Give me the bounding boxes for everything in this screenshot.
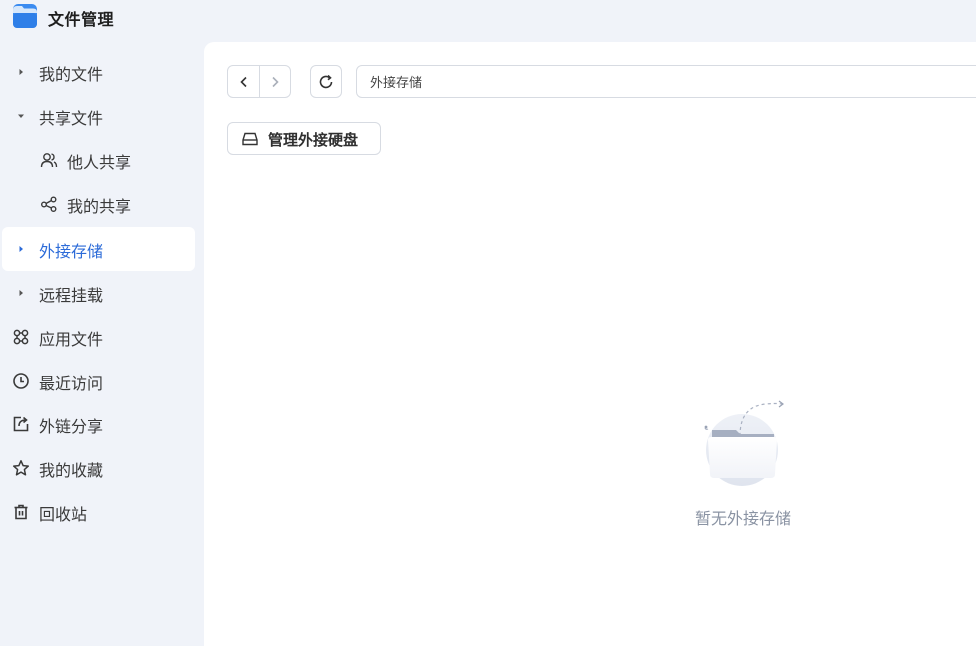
path-bar[interactable]: 外接存储 bbox=[356, 65, 976, 98]
history-nav-group bbox=[227, 65, 291, 98]
refresh-icon bbox=[319, 74, 333, 88]
clock-icon bbox=[12, 372, 30, 390]
caret-right-icon bbox=[12, 63, 30, 81]
sidebar-item-label: 我的收藏 bbox=[39, 461, 104, 480]
app-header: 文件管理 bbox=[0, 0, 976, 40]
forward-button[interactable] bbox=[259, 66, 290, 97]
sidebar-item-label: 我的文件 bbox=[39, 65, 104, 84]
chevron-right-icon bbox=[272, 76, 279, 87]
sidebar-item-shared-files[interactable]: 共享文件 bbox=[2, 94, 195, 138]
file-manager-logo-icon bbox=[13, 4, 37, 28]
sidebar-item-trash[interactable]: 回收站 bbox=[2, 490, 195, 534]
chevron-left-icon bbox=[239, 76, 247, 87]
sidebar-item-external-storage[interactable]: 外接存储 bbox=[2, 227, 195, 271]
sidebar-item-remote-mount[interactable]: 远程挂载 bbox=[2, 271, 195, 315]
command-icon bbox=[12, 328, 30, 346]
sidebar-nav: 我的文件 共享文件 他人共享 我的共享 外接存储 远程挂载 应用文件 最近访问 … bbox=[0, 50, 204, 646]
sidebar-item-label: 外链分享 bbox=[39, 417, 104, 436]
star-icon bbox=[12, 459, 30, 477]
back-button[interactable] bbox=[228, 66, 259, 97]
sidebar-item-app-files[interactable]: 应用文件 bbox=[2, 315, 195, 359]
sidebar-item-recent[interactable]: 最近访问 bbox=[2, 359, 195, 403]
users-icon bbox=[40, 151, 58, 169]
empty-folder-illustration bbox=[704, 400, 784, 486]
caret-down-icon bbox=[12, 107, 30, 125]
share-icon bbox=[40, 195, 58, 213]
sidebar-item-my-files[interactable]: 我的文件 bbox=[2, 50, 195, 94]
path-text: 外接存储 bbox=[370, 76, 423, 91]
sidebar-item-label: 外接存储 bbox=[39, 242, 104, 261]
sidebar-item-my-shares[interactable]: 我的共享 bbox=[2, 182, 195, 226]
sidebar-item-favorites[interactable]: 我的收藏 bbox=[2, 446, 195, 490]
sidebar-item-label: 回收站 bbox=[39, 505, 88, 524]
trash-icon bbox=[12, 503, 30, 521]
main-panel: 外接存储 管理外接硬盘 暂无外接存储 bbox=[204, 42, 976, 646]
manage-external-disks-button[interactable]: 管理外接硬盘 bbox=[227, 122, 381, 155]
empty-state-message: 暂无外接存储 bbox=[694, 509, 791, 528]
caret-right-icon bbox=[12, 240, 30, 258]
sidebar-item-label: 远程挂载 bbox=[39, 286, 104, 305]
sidebar-item-external-share[interactable]: 外链分享 bbox=[2, 402, 195, 446]
hard-disk-icon bbox=[242, 132, 258, 146]
app-title: 文件管理 bbox=[48, 10, 115, 29]
sidebar-item-label: 他人共享 bbox=[67, 153, 132, 172]
caret-right-icon bbox=[12, 284, 30, 302]
refresh-button[interactable] bbox=[310, 65, 342, 98]
sidebar-item-label: 共享文件 bbox=[39, 109, 104, 128]
manage-external-disks-label: 管理外接硬盘 bbox=[268, 131, 359, 149]
sidebar-item-label: 我的共享 bbox=[67, 197, 132, 216]
sidebar-item-shared-with-me[interactable]: 他人共享 bbox=[2, 138, 195, 182]
external-share-icon bbox=[12, 415, 30, 433]
sidebar-item-label: 应用文件 bbox=[39, 330, 104, 349]
sidebar-item-label: 最近访问 bbox=[39, 374, 104, 393]
